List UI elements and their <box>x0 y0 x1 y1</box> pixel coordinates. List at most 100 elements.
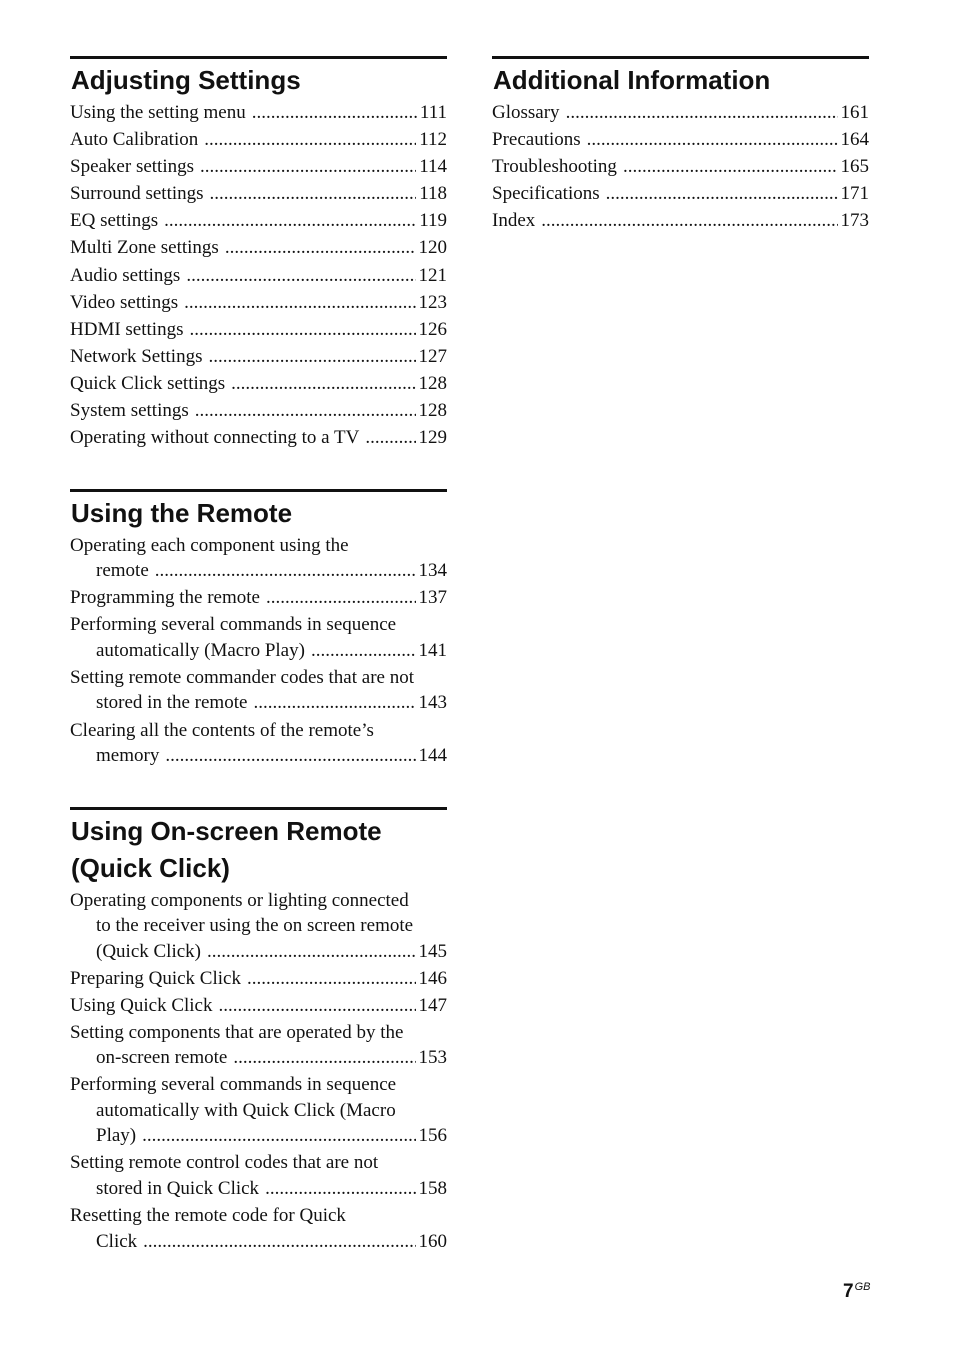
dot-leader <box>566 100 838 126</box>
toc-entry-title: memory <box>96 745 160 766</box>
toc-entry[interactable]: Troubleshooting 165 <box>492 154 869 180</box>
toc-page-number: 164 <box>840 129 870 151</box>
toc-entry[interactable]: Setting remote control codes that are no… <box>70 1150 447 1201</box>
dot-leader <box>587 127 838 153</box>
toc-right-column: Additional Information Glossary 161 Precaut… <box>492 56 869 272</box>
dot-leader <box>233 1045 415 1071</box>
dot-leader <box>204 127 416 153</box>
toc-section: Adjusting Settings Using the setting menu… <box>70 56 447 451</box>
toc-entry[interactable]: Operating without connecting to a TV 129 <box>70 425 447 451</box>
toc-entry[interactable]: Performing several commands in sequence a… <box>70 1072 447 1149</box>
toc-entry[interactable]: Multi Zone settings 120 <box>70 235 447 261</box>
toc-entry-title: Play) <box>96 1125 137 1147</box>
toc-entry[interactable]: Video settings 123 <box>70 290 447 316</box>
toc-page-number: 123 <box>418 291 448 313</box>
toc-entry-title: EQ settings <box>70 210 159 232</box>
toc-entry[interactable]: Speaker settings 114 <box>70 154 447 180</box>
toc-entry-title: to the receiver using the on screen remo… <box>96 915 414 936</box>
toc-entry[interactable]: Programming the remote 137 <box>70 585 447 611</box>
toc-entry-title: Specifications <box>492 183 600 205</box>
toc-entry[interactable]: Audio settings 121 <box>70 263 447 289</box>
toc-entry[interactable]: Clearing all the contents of the remote’… <box>70 718 447 769</box>
page-number: 7GB <box>843 1281 870 1303</box>
toc-entry[interactable]: Quick Click settings 128 <box>70 371 447 397</box>
toc-page-number: 153 <box>418 1047 448 1069</box>
toc-entry[interactable]: Using the setting menu 111 <box>70 100 447 126</box>
toc-entry-title: Auto Calibration <box>70 129 199 151</box>
toc-page-number: 120 <box>418 237 448 259</box>
toc-entry-title: (Quick Click) <box>96 940 202 962</box>
toc-entry[interactable]: Preparing Quick Click 146 <box>70 966 447 992</box>
section-divider <box>492 56 869 59</box>
toc-entry[interactable]: Surround settings 118 <box>70 181 447 207</box>
toc-entry[interactable]: Specifications 171 <box>492 181 869 207</box>
toc-page-number: 128 <box>418 400 448 422</box>
dot-leader <box>247 966 416 992</box>
dot-leader <box>207 939 415 965</box>
toc-entry[interactable]: Glossary 161 <box>492 100 869 126</box>
toc-page-number: 128 <box>418 372 448 394</box>
toc-entry-title: Setting remote commander codes that are … <box>70 666 414 688</box>
section-title: Adjusting Settings <box>71 65 301 95</box>
toc-entry-title: Audio settings <box>70 264 181 286</box>
toc-left-column: Adjusting Settings Using the setting menu… <box>70 56 447 1292</box>
toc-entry-title: Operating components or lighting connect… <box>70 889 409 911</box>
dot-leader <box>195 398 416 424</box>
toc-entry[interactable]: Index 173 <box>492 208 869 234</box>
dot-leader <box>189 317 415 343</box>
toc-entry-title: Setting remote control codes that are no… <box>70 1152 379 1174</box>
toc-page-number: 160 <box>418 1230 448 1252</box>
toc-entry-title: Quick Click settings <box>70 372 226 394</box>
toc-page-number: 141 <box>418 639 448 661</box>
toc-page-number: 134 <box>418 560 448 582</box>
toc-entry-title: Index <box>492 210 536 232</box>
toc-page-number: 165 <box>840 156 870 178</box>
toc-page-number: 126 <box>418 318 448 340</box>
toc-entry[interactable]: Operating each component using the remote… <box>70 533 447 584</box>
toc-entry-title: Network Settings <box>70 345 203 367</box>
dot-leader <box>253 690 415 716</box>
toc-entry[interactable]: System settings 128 <box>70 398 447 424</box>
dot-leader <box>365 425 415 451</box>
toc-entry-title: Precautions <box>492 129 581 151</box>
toc-entry-title: stored in the remote <box>96 692 248 714</box>
toc-page-number: 118 <box>419 183 447 205</box>
dot-leader <box>208 344 415 370</box>
toc-entry[interactable]: Setting remote commander codes that are … <box>70 665 447 716</box>
toc-page-number: 127 <box>418 345 448 367</box>
dot-leader <box>143 1229 415 1255</box>
toc-page-number: 111 <box>419 102 447 123</box>
toc-page-number: 145 <box>418 940 448 962</box>
dot-leader <box>266 585 416 611</box>
dot-leader <box>165 743 415 769</box>
toc-entry[interactable]: HDMI settings 126 <box>70 317 447 343</box>
toc-section: Using the Remote Operating each component… <box>70 488 447 769</box>
dot-leader <box>225 235 416 261</box>
toc-entry[interactable]: Network Settings 127 <box>70 344 447 370</box>
toc-entry[interactable]: Setting components that are operated by … <box>70 1020 447 1071</box>
toc-entry[interactable]: Using Quick Click 147 <box>70 993 447 1019</box>
toc-entry[interactable]: Performing several commands in sequence a… <box>70 612 447 663</box>
toc-entry-title: Preparing Quick Click <box>70 967 241 989</box>
toc-section: Using On-screen Remote (Quick Click) Opera… <box>70 806 447 1255</box>
toc-entry[interactable]: Auto Calibration 112 <box>70 127 447 153</box>
toc-page-number: 119 <box>419 210 447 232</box>
toc-page-number: 144 <box>418 745 448 766</box>
toc-entry-title: Troubleshooting <box>492 156 617 178</box>
toc-entry-title: automatically with Quick Click (Macro <box>96 1099 396 1121</box>
toc-entry[interactable]: EQ settings 119 <box>70 208 447 234</box>
toc-entry[interactable]: Precautions 164 <box>492 127 869 153</box>
dot-leader <box>164 208 416 234</box>
dot-leader <box>311 638 416 664</box>
toc-entry-title: Surround settings <box>70 183 204 205</box>
section-divider <box>70 56 447 59</box>
dot-leader <box>231 371 415 397</box>
toc-entry-title: Performing several commands in sequence <box>70 1074 397 1096</box>
toc-entry[interactable]: Operating components or lighting connect… <box>70 888 447 965</box>
toc-entry-title: Using Quick Click <box>70 994 213 1016</box>
dot-leader <box>184 290 415 316</box>
section-title: (Quick Click) <box>71 852 230 883</box>
toc-entry-title: Multi Zone settings <box>70 237 219 259</box>
dot-leader <box>265 1176 415 1202</box>
toc-entry[interactable]: Resetting the remote code for Quick Click… <box>70 1203 447 1254</box>
